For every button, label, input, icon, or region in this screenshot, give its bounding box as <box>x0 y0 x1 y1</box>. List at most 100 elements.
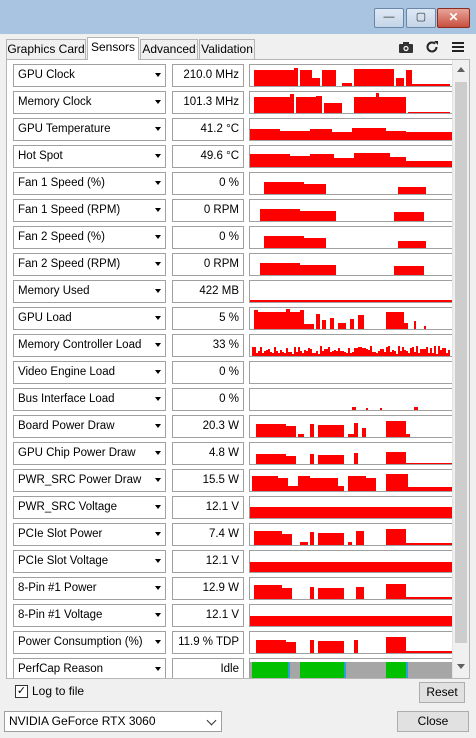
sensor-graph <box>249 280 453 303</box>
sensor-graph <box>249 550 453 573</box>
sensor-label-dropdown[interactable]: 8-Pin #1 Voltage <box>13 604 166 627</box>
camera-icon[interactable] <box>397 38 415 56</box>
sensor-row: PCIe Slot Voltage 12.1 V <box>13 550 453 573</box>
sensor-label: GPU Temperature <box>18 123 111 135</box>
sensor-label: PCIe Slot Voltage <box>18 555 109 567</box>
sensor-graph <box>249 631 453 654</box>
sensor-label: Hot Spot <box>18 150 63 162</box>
sensor-label-dropdown[interactable]: Fan 2 Speed (%) <box>13 226 166 249</box>
sensor-value: 101.3 MHz <box>172 91 244 114</box>
sensor-row: Bus Interface Load 0 % <box>13 388 453 411</box>
sensor-label-dropdown[interactable]: PCIe Slot Voltage <box>13 550 166 573</box>
hamburger-menu-icon[interactable] <box>449 38 467 56</box>
tab-sensors[interactable]: Sensors <box>87 37 139 60</box>
tab-label: Graphics Card <box>7 42 85 56</box>
sensor-graph <box>249 388 453 411</box>
sensor-label-dropdown[interactable]: Power Consumption (%) <box>13 631 166 654</box>
dropdown-arrow-icon <box>155 343 161 347</box>
sensor-graph <box>249 523 453 546</box>
sensor-row: GPU Load 5 % <box>13 307 453 330</box>
maximize-icon: ▢ <box>415 11 427 23</box>
sensor-label: Power Consumption (%) <box>18 636 143 648</box>
sensor-label: PWR_SRC Voltage <box>18 501 118 513</box>
checkmark-icon: ✓ <box>16 685 27 697</box>
sensor-label-dropdown[interactable]: Video Engine Load <box>13 361 166 384</box>
sensor-label-dropdown[interactable]: Memory Used <box>13 280 166 303</box>
sensor-label: 8-Pin #1 Voltage <box>18 609 103 621</box>
log-to-file-label: Log to file <box>32 684 85 698</box>
gpu-select[interactable]: NVIDIA GeForce RTX 3060 <box>4 711 222 732</box>
sensor-label-dropdown[interactable]: Hot Spot <box>13 145 166 168</box>
sensor-label: GPU Load <box>18 312 72 324</box>
close-icon: ✕ <box>448 10 459 24</box>
dropdown-arrow-icon <box>155 559 161 563</box>
dropdown-arrow-icon <box>155 424 161 428</box>
sensor-label-dropdown[interactable]: Memory Controller Load <box>13 334 166 357</box>
chevron-down-icon <box>206 715 217 726</box>
sensor-value: 12.1 V <box>172 496 244 519</box>
sensor-label-dropdown[interactable]: GPU Clock <box>13 64 166 87</box>
sensor-label-dropdown[interactable]: Fan 2 Speed (RPM) <box>13 253 166 276</box>
tab-graphics-card[interactable]: Graphics Card <box>6 39 86 59</box>
sensor-label-dropdown[interactable]: Fan 1 Speed (%) <box>13 172 166 195</box>
sensor-graph <box>249 64 453 87</box>
sensor-label-dropdown[interactable]: Memory Clock <box>13 91 166 114</box>
sensor-row: Fan 2 Speed (RPM) 0 RPM <box>13 253 453 276</box>
sensor-value: 41.2 °C <box>172 118 244 141</box>
scroll-up-icon[interactable] <box>457 67 465 72</box>
sensor-row: Fan 1 Speed (RPM) 0 RPM <box>13 199 453 222</box>
sensor-graph <box>249 415 453 438</box>
sensor-label-dropdown[interactable]: PCIe Slot Power <box>13 523 166 546</box>
sensor-value: 20.3 W <box>172 415 244 438</box>
sensors-panel: GPU Clock 210.0 MHz Memory Clock 101.3 MHz G… <box>6 59 470 679</box>
dropdown-arrow-icon <box>155 289 161 293</box>
sensor-row: GPU Chip Power Draw 4.8 W <box>13 442 453 465</box>
close-window-button[interactable]: ✕ <box>437 8 470 28</box>
refresh-icon[interactable] <box>423 38 441 56</box>
tab-validation[interactable]: Validation <box>199 39 255 59</box>
scroll-down-icon[interactable] <box>457 664 465 669</box>
dropdown-arrow-icon <box>155 586 161 590</box>
sensor-graph <box>249 307 453 330</box>
sensor-graph <box>249 172 453 195</box>
minimize-icon: — <box>383 11 395 23</box>
sensor-label: Bus Interface Load <box>18 393 115 405</box>
sensor-value: 11.9 % TDP <box>172 631 244 654</box>
sensor-row: Memory Used 422 MB <box>13 280 453 303</box>
sensor-label: Board Power Draw <box>18 420 115 432</box>
sensor-label-dropdown[interactable]: 8-Pin #1 Power <box>13 577 166 600</box>
sensor-label-dropdown[interactable]: GPU Chip Power Draw <box>13 442 166 465</box>
scroll-thumb[interactable] <box>455 82 467 643</box>
close-button[interactable]: Close <box>397 711 469 732</box>
sensor-label-dropdown[interactable]: GPU Load <box>13 307 166 330</box>
sensor-label: Memory Controller Load <box>18 339 142 351</box>
sensor-graph <box>249 658 453 678</box>
sensor-label-dropdown[interactable]: PWR_SRC Power Draw <box>13 469 166 492</box>
sensor-row: 8-Pin #1 Power 12.9 W <box>13 577 453 600</box>
maximize-button[interactable]: ▢ <box>406 8 436 28</box>
sensor-value: 7.4 W <box>172 523 244 546</box>
sensor-graph <box>249 226 453 249</box>
sensors-scrollbar[interactable] <box>452 60 469 678</box>
sensor-label-dropdown[interactable]: Fan 1 Speed (RPM) <box>13 199 166 222</box>
dropdown-arrow-icon <box>155 181 161 185</box>
log-to-file-checkbox[interactable]: ✓ <box>15 685 28 698</box>
reset-button[interactable]: Reset <box>419 682 465 703</box>
dropdown-arrow-icon <box>155 154 161 158</box>
tab-advanced[interactable]: Advanced <box>140 39 198 59</box>
dropdown-arrow-icon <box>155 100 161 104</box>
sensor-label: GPU Chip Power Draw <box>18 447 136 459</box>
sensor-label: Fan 2 Speed (%) <box>18 231 105 243</box>
minimize-button[interactable]: — <box>374 8 404 28</box>
dropdown-arrow-icon <box>155 235 161 239</box>
sensor-graph <box>249 145 453 168</box>
sensor-label-dropdown[interactable]: Board Power Draw <box>13 415 166 438</box>
sensor-label-dropdown[interactable]: Bus Interface Load <box>13 388 166 411</box>
sensor-label-dropdown[interactable]: GPU Temperature <box>13 118 166 141</box>
sensor-label: Fan 1 Speed (RPM) <box>18 204 121 216</box>
sensor-row: Power Consumption (%) 11.9 % TDP <box>13 631 453 654</box>
sensor-value: Idle <box>172 658 244 678</box>
sensor-label-dropdown[interactable]: PerfCap Reason <box>13 658 166 678</box>
sensor-row: Memory Clock 101.3 MHz <box>13 91 453 114</box>
sensor-label-dropdown[interactable]: PWR_SRC Voltage <box>13 496 166 519</box>
